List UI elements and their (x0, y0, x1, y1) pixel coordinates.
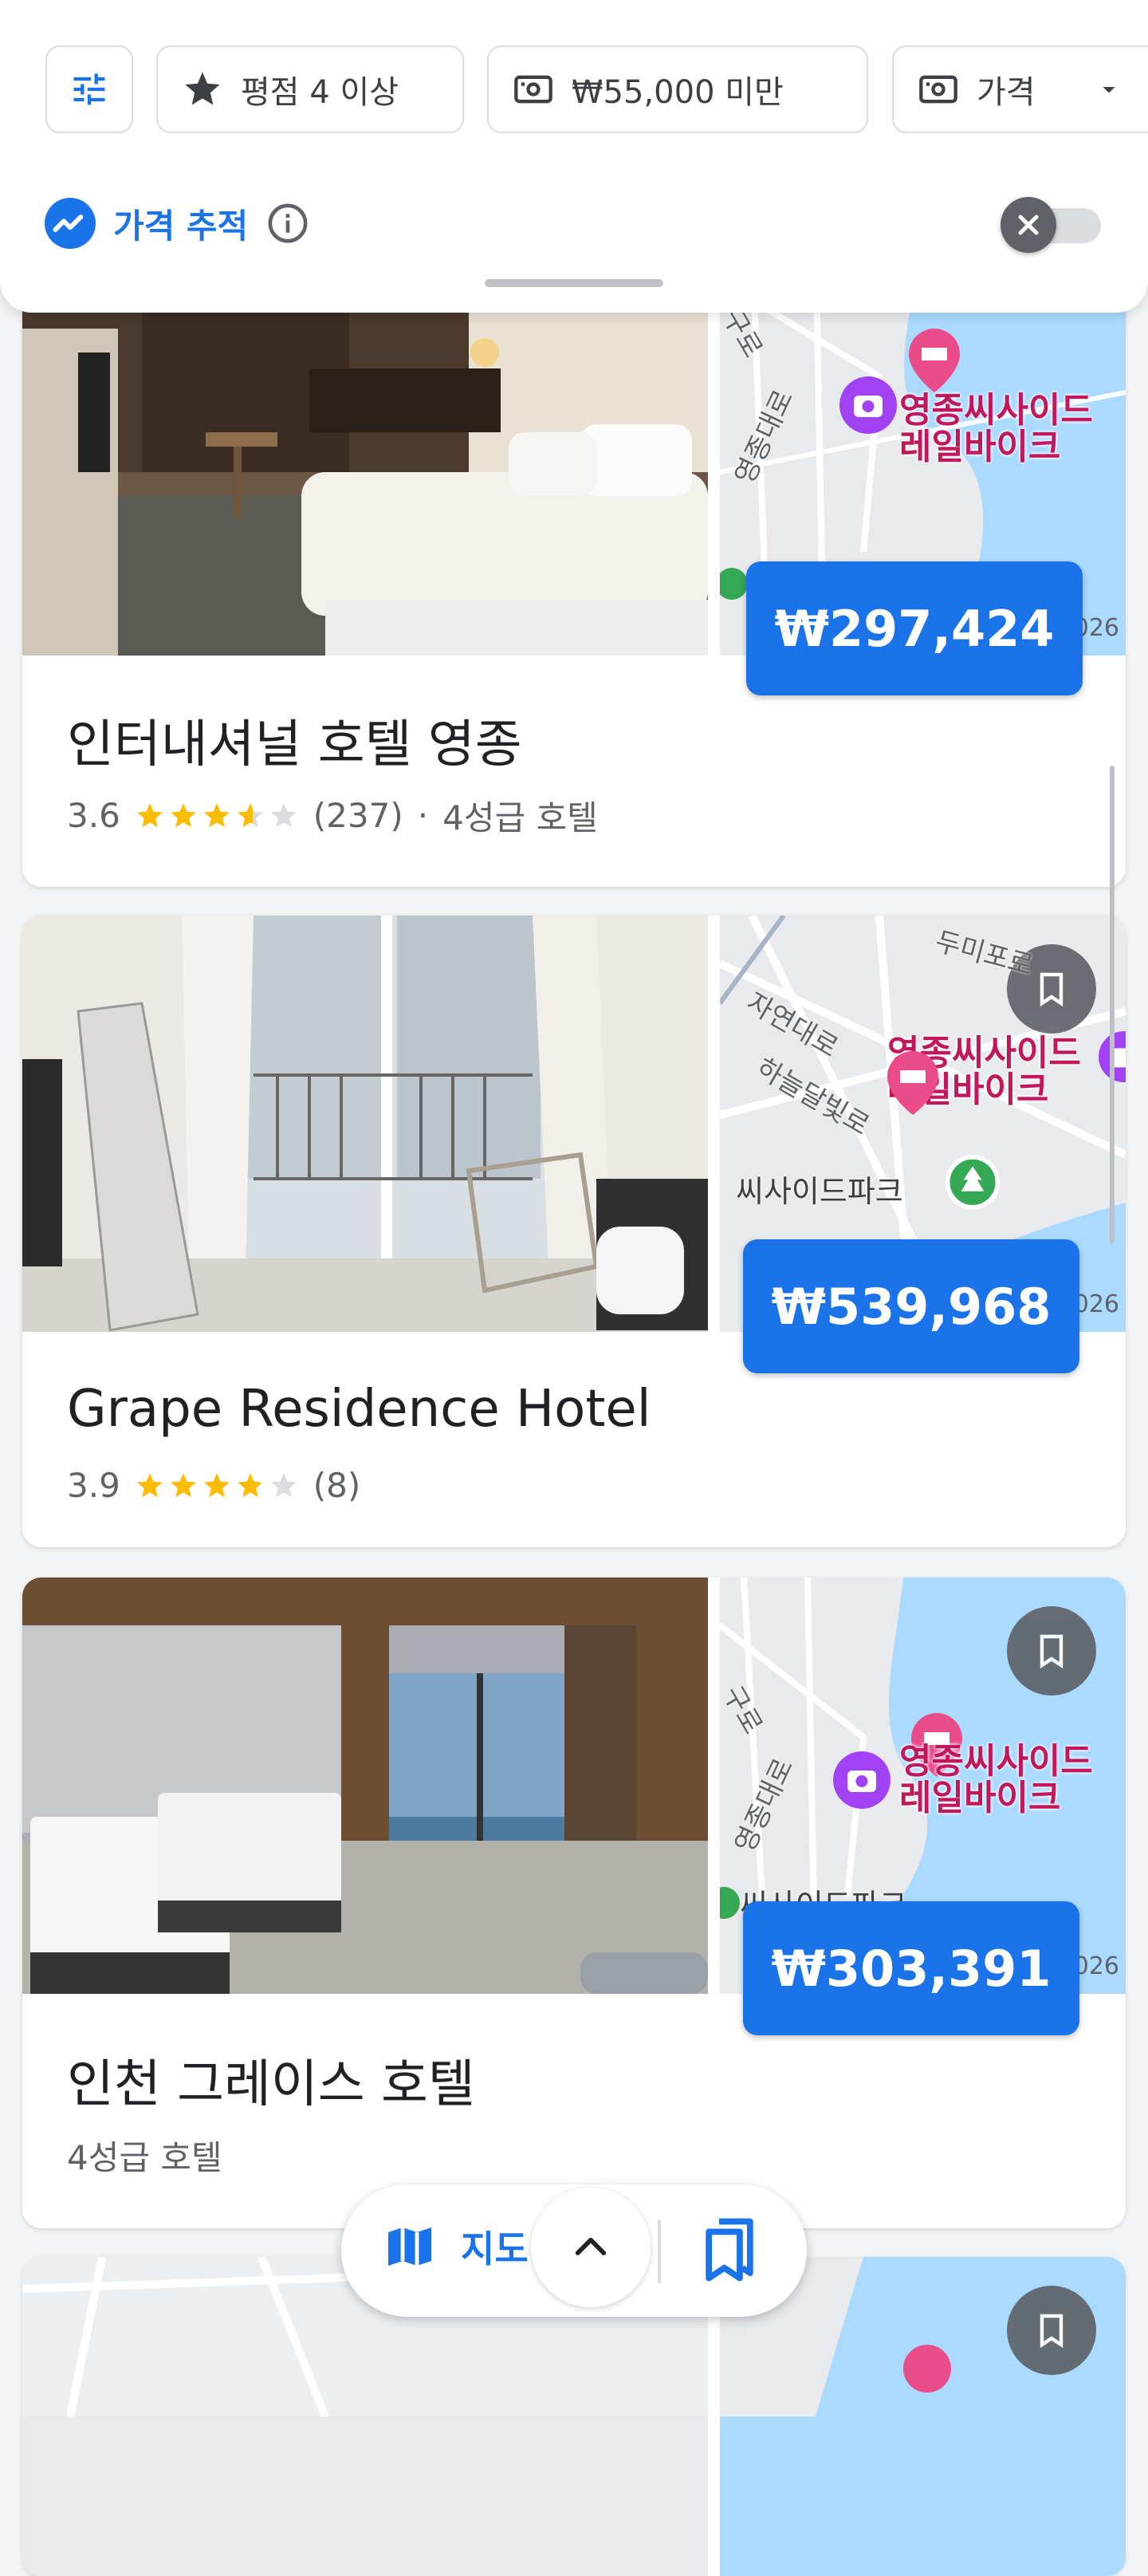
hotel-card[interactable]: 영종씨사이드 레일바이크 구로 영종대로 씨사이드파크 026 ₩303,391… (22, 1578, 1126, 2228)
caret-down-icon (1103, 87, 1115, 93)
price-under-label: ₩55,000 미만 (572, 74, 784, 111)
rating-value: 3.6 (67, 796, 120, 835)
drag-handle[interactable] (485, 279, 663, 287)
map-park-label: 씨사이드파크 (736, 1174, 903, 1209)
bookmark-icon (1040, 1634, 1063, 1669)
hotel-name[interactable]: 인천 그레이스 호텔 (67, 2043, 475, 2117)
saved-list-button[interactable] (698, 2216, 761, 2286)
hotel-location-map[interactable] (720, 2257, 1126, 2576)
hotel-class: 4성급 호텔 (442, 798, 598, 837)
hotel-meta: 4성급 호텔 (67, 2131, 222, 2180)
map-view-button[interactable]: 지도 (381, 2218, 529, 2275)
rating-stars (135, 801, 299, 831)
review-count: (8) (313, 1466, 361, 1505)
price-tag[interactable]: ₩297,424 (746, 561, 1083, 695)
hotel-name[interactable]: 인터내셔널 호텔 영종 (67, 703, 522, 777)
rating-value: 3.9 (67, 1466, 120, 1505)
star-icon (237, 802, 263, 827)
meta-separator: · (417, 796, 429, 835)
star-icon (136, 802, 163, 827)
save-hotel-button[interactable] (1007, 1606, 1096, 1696)
divider (658, 2220, 661, 2283)
map-view-label: 지도 (461, 2227, 529, 2271)
map-poi-line: 레일바이크 (899, 427, 1061, 467)
hotel-room-image (22, 916, 708, 1332)
map-poi-line: 레일바이크 (899, 1778, 1061, 1818)
price-tag[interactable]: ₩539,968 (743, 1239, 1079, 1373)
star-icon (270, 802, 297, 827)
hotel-pin-icon (909, 329, 960, 392)
hotel-name[interactable]: Grape Residence Hotel (67, 1380, 651, 1439)
park-pin-icon (945, 1155, 1001, 1210)
save-hotel-button[interactable] (1007, 2286, 1096, 2375)
info-icon[interactable] (265, 201, 310, 246)
scroll-up-button[interactable] (531, 2188, 651, 2307)
trending-icon (45, 198, 96, 249)
rating-filter-chip[interactable]: 평점 4 이상 (156, 45, 464, 133)
price-dropdown-chip[interactable]: 가격 (892, 45, 1148, 133)
money-icon (919, 75, 957, 104)
all-filters-button[interactable] (45, 45, 133, 133)
bookmarks-icon (706, 2218, 753, 2282)
hotel-class: 4성급 호텔 (67, 2138, 222, 2177)
camera-poi-icon (833, 1751, 890, 1809)
price-tracking-label: 가격 추적 (113, 206, 249, 246)
hotel-photo[interactable] (22, 916, 708, 1332)
rating-stars (135, 1471, 299, 1501)
camera-poi-icon (839, 376, 897, 434)
star-icon (136, 1472, 163, 1497)
price-dropdown-label: 가격 (977, 74, 1036, 111)
hotel-room-image (22, 1578, 708, 1994)
star-icon (170, 1472, 196, 1497)
bookmark-icon (1040, 972, 1063, 1007)
star-icon (270, 1472, 297, 1497)
chevron-up-icon (575, 2237, 607, 2255)
map-poi-line: 영종씨사이드 (899, 1741, 1093, 1782)
star-icon (203, 802, 230, 827)
money-icon (514, 75, 552, 104)
map-icon (388, 2227, 431, 2266)
price-tracking-toggle[interactable] (1001, 197, 1104, 253)
star-icon (203, 1472, 230, 1497)
bookmark-icon (1040, 2314, 1063, 2349)
map-copyright: 026 (1073, 1952, 1119, 1980)
hotel-card[interactable]: 영종씨사이드 레일바이크 구로 영종대로 026 ₩297,424 인터내셔널 … (22, 233, 1126, 887)
scrollbar[interactable] (1110, 766, 1115, 1244)
hotel-meta: 3.6 (237) · 4성급 호텔 (67, 791, 598, 840)
star-icon (237, 1472, 263, 1497)
close-icon (1018, 215, 1039, 235)
toggle-knob (1001, 197, 1056, 253)
sliders-icon (73, 73, 105, 105)
price-tag[interactable]: ₩303,391 (743, 1901, 1079, 2035)
bottom-action-bar: 지도 (341, 2184, 807, 2317)
map-poi-label: 영종씨사이드 레일바이크 (899, 392, 1093, 466)
star-icon (185, 72, 220, 105)
price-under-chip[interactable]: ₩55,000 미만 (487, 45, 868, 133)
price-tracking-row: 가격 추적 (45, 191, 310, 255)
rating-filter-label: 평점 4 이상 (241, 74, 399, 111)
star-icon (170, 802, 196, 827)
map-poi-line: 영종씨사이드 (899, 390, 1093, 431)
map-copyright: 026 (1073, 1290, 1119, 1318)
hotel-photo[interactable] (22, 1578, 708, 1994)
map-poi-label: 영종씨사이드 레일바이크 (899, 1743, 1093, 1817)
review-count: (237) (313, 796, 403, 835)
hotel-meta: 3.9 (8) (67, 1466, 360, 1505)
hotel-pin-icon (887, 1051, 938, 1115)
hotel-card[interactable]: 두미포로 자연대로 하늘달빛로 영종씨사이드 레일바이크 씨사이드파크 026 … (22, 916, 1126, 1547)
filter-panel: 평점 4 이상 ₩55,000 미만 가격 가격 추적 (0, 0, 1148, 313)
